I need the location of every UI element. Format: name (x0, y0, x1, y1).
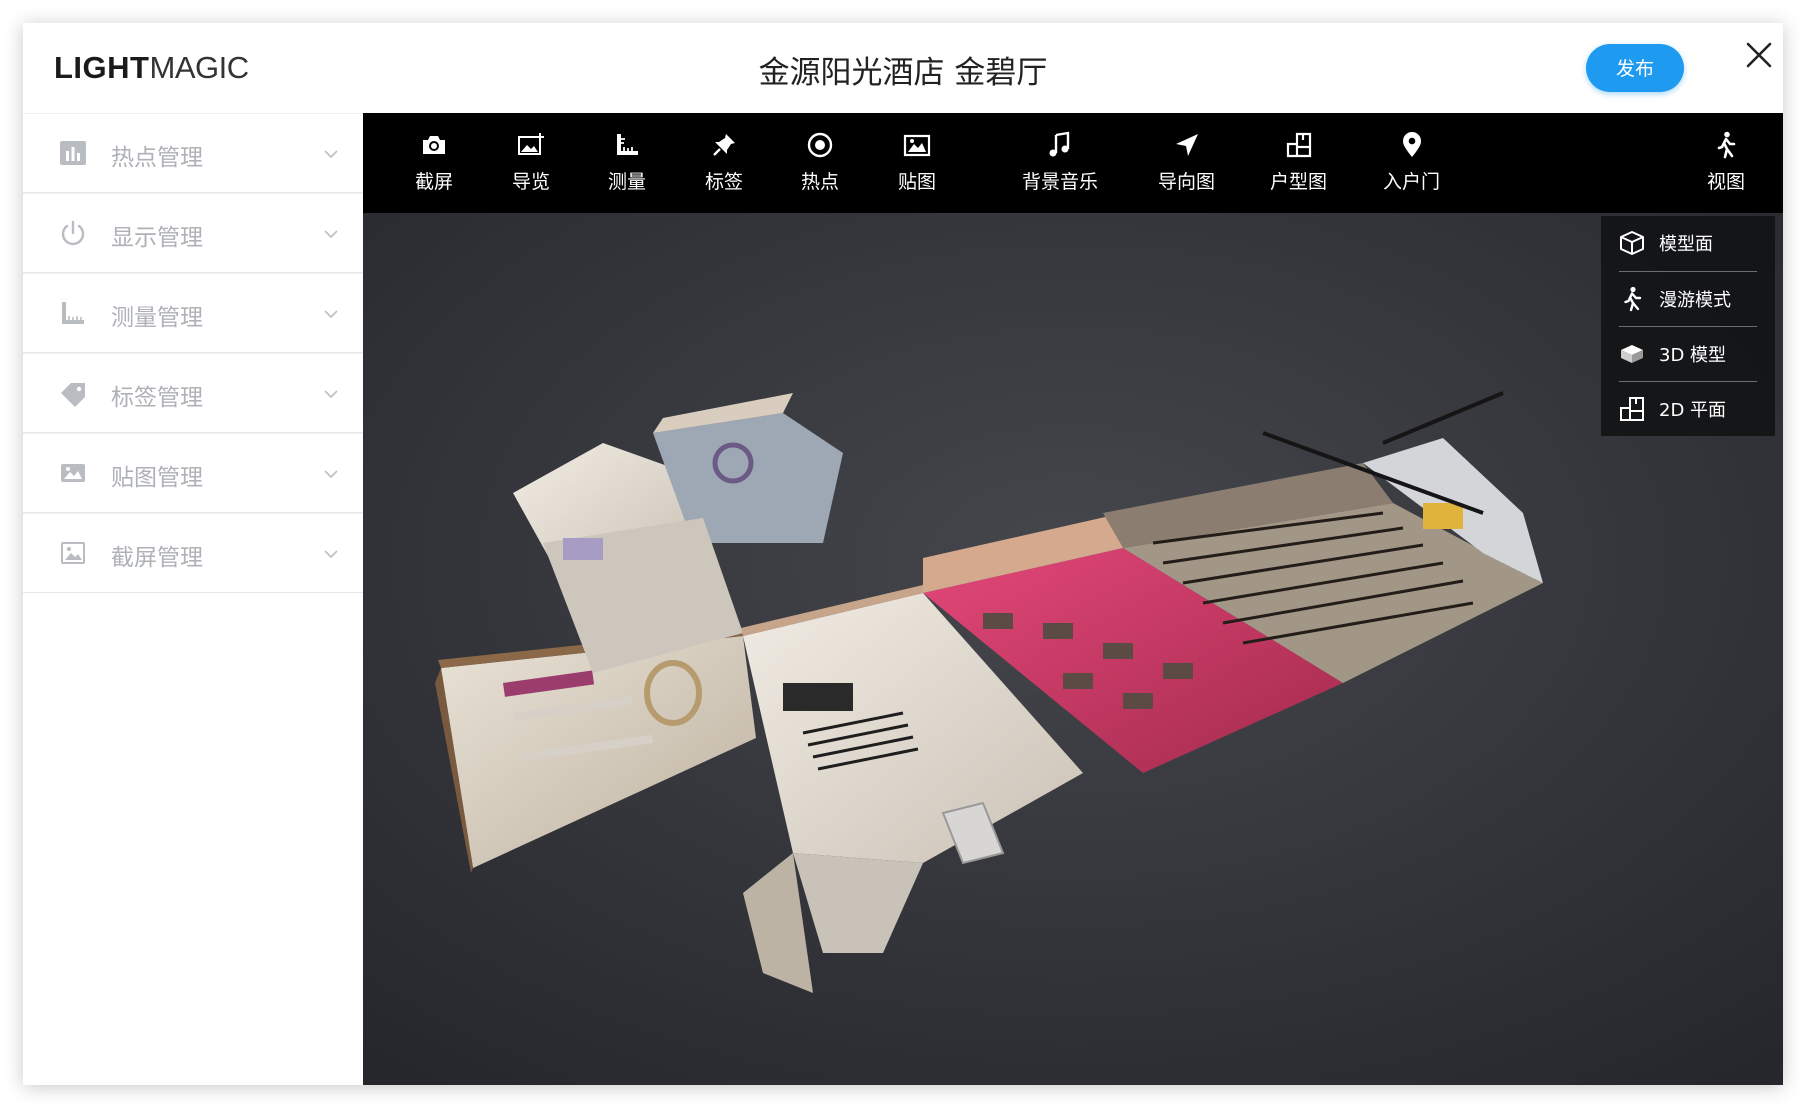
ruler-icon (617, 134, 638, 155)
sidebar-item-label: 测量管理 (111, 305, 203, 331)
tool-view[interactable]: 视图 (1707, 131, 1745, 201)
top-toolbar: 截屏 导览 测量 标签 热点 贴图 背景音乐 导向图 户型图 入户门 视图 (363, 113, 1783, 213)
tool-tour[interactable]: 导览 (512, 131, 550, 201)
tool-guide-map[interactable]: 导向图 (1158, 131, 1215, 201)
view-mode-menu: 模型面 漫游模式 3D 模型 2D 平面 (1601, 216, 1775, 436)
view-mode-label: 2D 平面 (1659, 400, 1727, 421)
picture-icon (61, 542, 85, 564)
view-mode-label: 3D 模型 (1659, 345, 1727, 366)
tool-label: 入户门 (1383, 171, 1441, 193)
target-icon (807, 132, 833, 158)
tool-label: 导向图 (1158, 171, 1216, 193)
floorplan-icon (1286, 132, 1311, 158)
tool-label: 截屏 (415, 171, 454, 193)
sidebar-item-display[interactable]: 显示管理 (23, 193, 363, 273)
editor-window: LIGHT MAGIC 金源阳光酒店 金碧厅 发布 热点管理 显示管理 测量管理… (23, 23, 1783, 1085)
view-mode-label: 模型面 (1659, 234, 1713, 255)
close-icon[interactable] (1743, 39, 1775, 71)
sidebar-item-label: 热点管理 (111, 145, 203, 171)
tool-floorplan[interactable]: 户型图 (1270, 131, 1327, 201)
tool-label: 户型图 (1270, 171, 1328, 193)
chevron-down-icon (324, 310, 338, 319)
tool-label: 测量 (608, 171, 647, 193)
tool-tag[interactable]: 标签 (705, 131, 743, 201)
tool-measure[interactable]: 测量 (608, 131, 646, 201)
image-icon (61, 464, 85, 482)
tool-label: 视图 (1707, 171, 1746, 193)
sidebar-item-label: 显示管理 (111, 225, 203, 251)
sidebar-item-label: 标签管理 (111, 385, 203, 411)
tool-sticker[interactable]: 贴图 (898, 131, 936, 201)
publish-button[interactable]: 发布 (1586, 44, 1684, 92)
walk-icon (1717, 131, 1736, 159)
chevron-down-icon (324, 390, 338, 399)
image-add-icon (518, 133, 544, 155)
tool-background-music[interactable]: 背景音乐 (1022, 131, 1098, 201)
sidebar-item-screenshot[interactable]: 截屏管理 (23, 513, 363, 593)
sidebar-item-hotspot[interactable]: 热点管理 (23, 113, 363, 193)
sidebar-item-sticker[interactable]: 贴图管理 (23, 433, 363, 513)
view-mode-surface[interactable]: 模型面 (1619, 216, 1757, 270)
cube-icon (1620, 231, 1644, 255)
navigation-icon (1175, 134, 1198, 156)
music-icon (1049, 131, 1070, 157)
view-mode-label: 漫游模式 (1659, 290, 1731, 311)
tool-entrance[interactable]: 入户门 (1383, 131, 1440, 201)
floorplan-icon (1620, 397, 1644, 421)
power-icon (61, 220, 85, 246)
ruler-icon (62, 302, 84, 324)
model-viewport[interactable]: 截屏 导览 测量 标签 热点 贴图 背景音乐 导向图 户型图 入户门 视图 模型… (363, 113, 1783, 1085)
pin-icon (713, 134, 735, 156)
3d-box-icon (1621, 345, 1643, 363)
header: LIGHT MAGIC 金源阳光酒店 金碧厅 发布 (23, 23, 1783, 113)
sidebar-item-tag[interactable]: 标签管理 (23, 353, 363, 433)
tool-screenshot[interactable]: 截屏 (415, 131, 453, 201)
sidebar-item-measure[interactable]: 测量管理 (23, 273, 363, 353)
tool-label: 热点 (801, 171, 840, 193)
chevron-down-icon (324, 230, 338, 239)
camera-icon (423, 136, 445, 154)
3d-model-view[interactable] (363, 213, 1783, 1085)
location-pin-icon (1402, 132, 1421, 157)
view-mode-3d[interactable]: 3D 模型 (1619, 327, 1757, 381)
tool-label: 贴图 (898, 171, 937, 193)
view-mode-2d[interactable]: 2D 平面 (1619, 382, 1757, 436)
tool-label: 导览 (512, 171, 551, 193)
image-icon (903, 134, 931, 157)
page-title: 金源阳光酒店 金碧厅 (758, 55, 1048, 91)
chevron-down-icon (324, 470, 338, 479)
sidebar: 热点管理 显示管理 测量管理 标签管理 贴图管理 截屏管理 (23, 113, 363, 1085)
walk-icon (1624, 286, 1642, 312)
chevron-down-icon (324, 550, 338, 559)
tool-label: 标签 (705, 171, 744, 193)
tool-hotspot[interactable]: 热点 (801, 131, 839, 201)
sidebar-item-label: 截屏管理 (111, 545, 203, 571)
bar-chart-icon (60, 141, 86, 165)
tag-icon (61, 383, 85, 407)
sidebar-item-label: 贴图管理 (111, 465, 203, 491)
view-mode-walk[interactable]: 漫游模式 (1619, 272, 1757, 326)
tool-label: 背景音乐 (1022, 171, 1099, 193)
chevron-down-icon (324, 150, 338, 159)
